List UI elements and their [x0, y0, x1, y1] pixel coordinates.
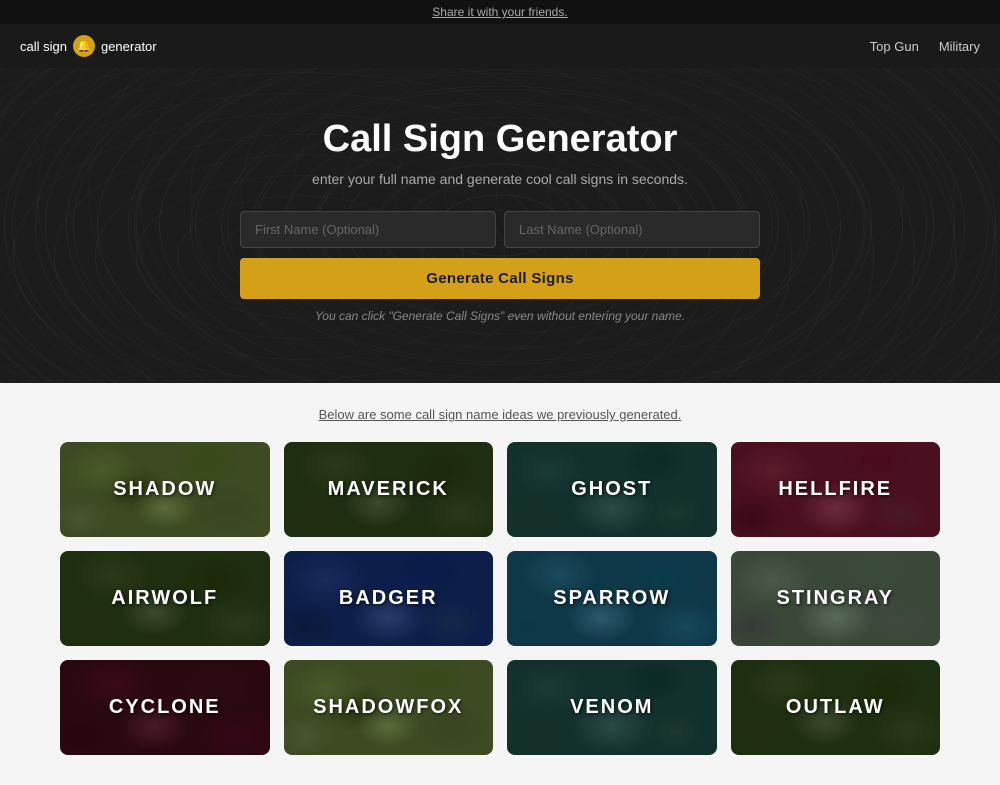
share-link[interactable]: Share it with your friends.	[432, 5, 567, 19]
callsign-label: STINGRAY	[776, 587, 894, 610]
section-header: Below are some call sign name ideas we p…	[60, 407, 940, 422]
logo: call sign 🔔 generator	[20, 35, 157, 57]
last-name-input[interactable]	[504, 211, 760, 248]
logo-text-1: call sign	[20, 39, 67, 54]
callsign-card[interactable]: SHADOW	[60, 442, 270, 537]
callsign-label: SHADOW	[113, 478, 216, 501]
hero-subtitle: enter your full name and generate cool c…	[312, 171, 688, 187]
nav-link-military[interactable]: Military	[939, 39, 980, 54]
callsign-label: GHOST	[571, 478, 652, 501]
callsign-card[interactable]: MAVERICK	[284, 442, 494, 537]
callsign-card[interactable]: HELLFIRE	[731, 442, 941, 537]
logo-icon: 🔔	[73, 35, 95, 57]
callsign-label: BADGER	[339, 587, 438, 610]
callsign-label: MAVERICK	[328, 478, 449, 501]
callsign-card[interactable]: BADGER	[284, 551, 494, 646]
first-name-input[interactable]	[240, 211, 496, 248]
nav-links: Top Gun Military	[870, 39, 980, 54]
callsign-label: SPARROW	[553, 587, 670, 610]
callsign-label: VENOM	[570, 696, 653, 719]
callsign-label: SHADOWFOX	[313, 696, 463, 719]
hero-section: Call Sign Generator enter your full name…	[0, 68, 1000, 383]
top-banner: Share it with your friends.	[0, 0, 1000, 24]
logo-text-2: generator	[101, 39, 157, 54]
callsign-card[interactable]: CYCLONE	[60, 660, 270, 755]
hero-title: Call Sign Generator	[323, 118, 678, 161]
callsign-card[interactable]: VENOM	[507, 660, 717, 755]
navbar: call sign 🔔 generator Top Gun Military	[0, 24, 1000, 68]
callsign-label: AIRWOLF	[111, 587, 218, 610]
callsign-card[interactable]: GHOST	[507, 442, 717, 537]
name-inputs	[240, 211, 760, 248]
callsign-card[interactable]: STINGRAY	[731, 551, 941, 646]
callsign-card[interactable]: SPARROW	[507, 551, 717, 646]
callsign-label: CYCLONE	[109, 696, 221, 719]
callsign-grid: SHADOW MAVERICK GHOST HELLFIRE AIRWOLF BADGER…	[60, 442, 940, 755]
callsign-card[interactable]: AIRWOLF	[60, 551, 270, 646]
nav-link-topgun[interactable]: Top Gun	[870, 39, 919, 54]
hero-hint: You can click "Generate Call Signs" even…	[315, 309, 685, 323]
callsign-label: HELLFIRE	[778, 478, 892, 501]
generate-button[interactable]: Generate Call Signs	[240, 258, 760, 299]
callsign-card[interactable]: SHADOWFOX	[284, 660, 494, 755]
hero-form: Generate Call Signs You can click "Gener…	[240, 211, 760, 323]
callsign-section: Below are some call sign name ideas we p…	[0, 383, 1000, 785]
callsign-card[interactable]: OUTLAW	[731, 660, 941, 755]
callsign-label: OUTLAW	[786, 696, 885, 719]
